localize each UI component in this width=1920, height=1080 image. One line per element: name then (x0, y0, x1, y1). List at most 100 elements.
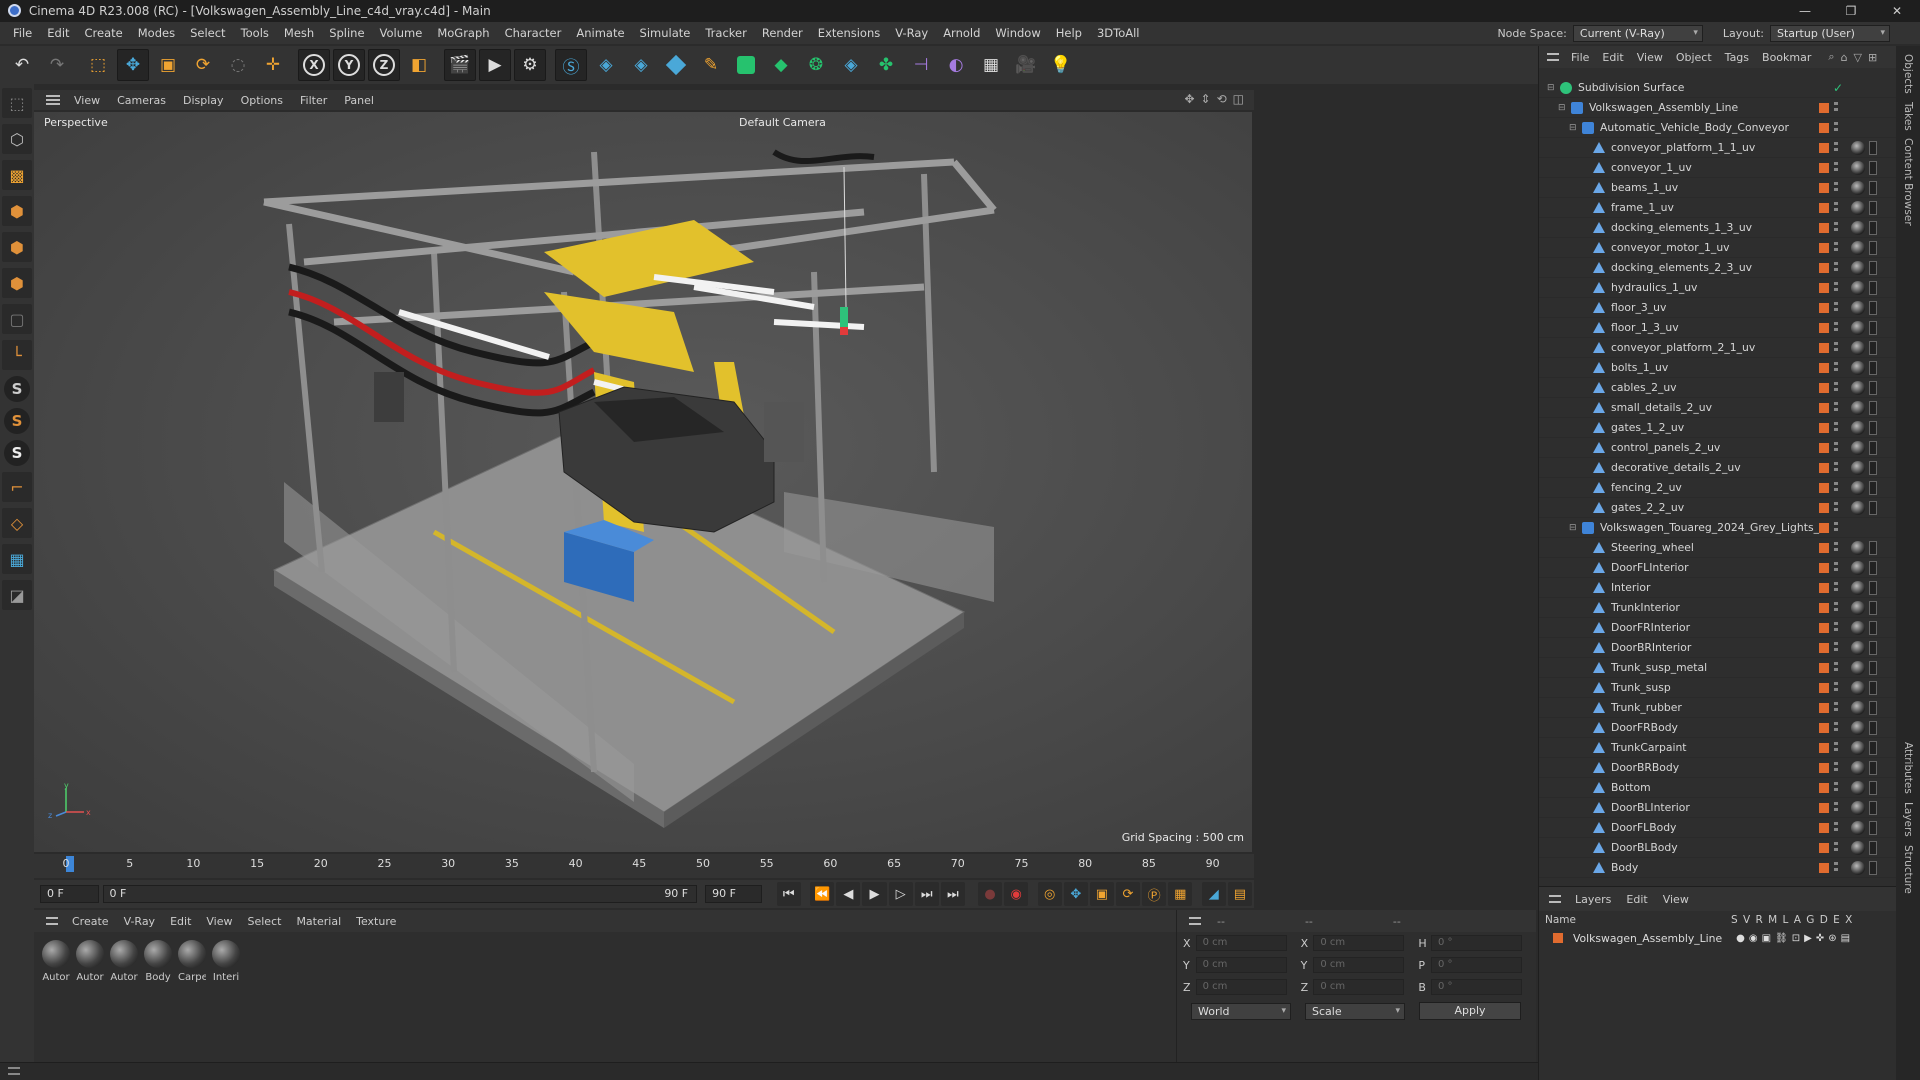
layer-color-swatch[interactable] (1819, 583, 1829, 593)
visibility-dots-icon[interactable] (1834, 602, 1838, 614)
extrude-icon[interactable]: ◆ (765, 49, 797, 81)
uvw-tag-icon[interactable] (1869, 381, 1877, 395)
layer-color-swatch[interactable] (1819, 243, 1829, 253)
visibility-dots-icon[interactable] (1834, 102, 1838, 114)
layer-color-swatch[interactable] (1819, 443, 1829, 453)
visibility-dots-icon[interactable] (1834, 542, 1838, 554)
visibility-dots-icon[interactable] (1834, 502, 1838, 514)
tab-content-browser[interactable]: Content Browser (1902, 138, 1914, 226)
lock-workplane-icon[interactable]: ◪ (2, 580, 32, 610)
uvw-tag-icon[interactable] (1869, 721, 1877, 735)
layer-color-swatch[interactable] (1819, 423, 1829, 433)
coord-pos-field[interactable]: 0 cm (1195, 935, 1287, 951)
object-name[interactable]: conveyor_platform_2_1_uv (1611, 341, 1831, 354)
coord-size-field[interactable]: 0 cm (1313, 957, 1405, 973)
close-button[interactable]: ✕ (1874, 0, 1920, 22)
layer-color-swatch[interactable] (1819, 383, 1829, 393)
layer-color-swatch[interactable] (1819, 123, 1829, 133)
object-row[interactable]: DoorFLBody (1539, 818, 1897, 838)
layer-color-swatch[interactable] (1819, 683, 1829, 693)
coord-pos-field[interactable]: 0 cm (1195, 979, 1287, 995)
uvw-tag-icon[interactable] (1869, 281, 1877, 295)
coord-mode-dropdown[interactable]: Scale (1305, 1002, 1405, 1020)
layer-menu-layers[interactable]: Layers (1575, 893, 1611, 906)
uvw-tag-icon[interactable] (1869, 181, 1877, 195)
object-row[interactable]: decorative_details_2_uv (1539, 458, 1897, 478)
object-name[interactable]: gates_1_2_uv (1611, 421, 1831, 434)
layer-flags-icons[interactable]: ●◉▣⛓⊡▶✜⊛▤ (1736, 933, 1854, 944)
object-row[interactable]: ⊟ Volkswagen_Assembly_Line (1539, 98, 1897, 118)
object-name[interactable]: conveyor_1_uv (1611, 161, 1831, 174)
visibility-dots-icon[interactable] (1834, 742, 1838, 754)
layer-color-swatch[interactable] (1819, 823, 1829, 833)
object-row[interactable]: conveyor_platform_2_1_uv (1539, 338, 1897, 358)
visibility-dots-icon[interactable] (1834, 862, 1838, 874)
timeline-window-icon[interactable]: ◢ (1201, 882, 1226, 906)
home-icon[interactable]: ⌂ (1841, 51, 1848, 64)
layer-row[interactable]: Volkswagen_Assembly_Line ●◉▣⛓⊡▶✜⊛▤ (1539, 929, 1896, 947)
menu-file[interactable]: File (6, 26, 40, 40)
material-tag-icon[interactable] (1851, 221, 1865, 235)
magnet-icon[interactable]: ⌐ (2, 472, 32, 502)
uvw-tag-icon[interactable] (1869, 221, 1877, 235)
object-row[interactable]: beams_1_uv (1539, 178, 1897, 198)
autokey-icon[interactable]: ◉ (1004, 882, 1029, 906)
material-tag-icon[interactable] (1851, 301, 1865, 315)
play-icon[interactable]: ▶ (862, 882, 887, 906)
visibility-dots-icon[interactable] (1834, 682, 1838, 694)
uvw-tag-icon[interactable] (1869, 241, 1877, 255)
coord-rot-field[interactable]: 0 ° (1430, 979, 1523, 995)
object-menu-icon[interactable] (1547, 53, 1559, 61)
previous-frame-icon[interactable]: ◀ (836, 882, 861, 906)
viewport-menu-display[interactable]: Display (183, 94, 224, 107)
object-name[interactable]: docking_elements_1_3_uv (1611, 221, 1831, 234)
visibility-dots-icon[interactable] (1834, 702, 1838, 714)
visibility-dots-icon[interactable] (1834, 422, 1838, 434)
make-editable-icon[interactable]: ⬚ (2, 88, 32, 118)
layer-color-swatch[interactable] (1819, 283, 1829, 293)
uv-mode-icon[interactable]: ▢ (2, 304, 32, 334)
material-preview-ball[interactable] (110, 940, 138, 968)
object-name[interactable]: Trunk_susp_metal (1611, 661, 1831, 674)
material-tag-icon[interactable] (1851, 761, 1865, 775)
current-frame-field[interactable]: 0 F (40, 885, 99, 903)
menu-tools[interactable]: Tools (234, 26, 277, 40)
uvw-tag-icon[interactable] (1869, 861, 1877, 875)
mat-menu-select[interactable]: Select (248, 915, 282, 928)
visibility-dots-icon[interactable] (1834, 722, 1838, 734)
visibility-dots-icon[interactable] (1834, 402, 1838, 414)
fold-toggle-icon[interactable]: ⊟ (1569, 523, 1579, 533)
uvw-tag-icon[interactable] (1869, 441, 1877, 455)
object-name[interactable]: DoorBLInterior (1611, 801, 1831, 814)
polygons-mode-icon[interactable]: ⬢ (2, 268, 32, 298)
object-row[interactable]: bolts_1_uv (1539, 358, 1897, 378)
coord-rot-field[interactable]: 0 ° (1430, 935, 1523, 951)
menu-character[interactable]: Character (498, 26, 570, 40)
object-name[interactable]: DoorFLBody (1611, 821, 1831, 834)
light-object-icon[interactable]: 💡 (1045, 49, 1077, 81)
material-swatch[interactable]: Autor (42, 940, 70, 983)
material-preview-ball[interactable] (212, 940, 240, 968)
frame-ruler[interactable]: 0 5 10 15 20 25 30 35 40 45 50 55 60 65 70 75 80 85 90 (52, 854, 1242, 878)
layer-color-swatch[interactable] (1819, 843, 1829, 853)
uvw-tag-icon[interactable] (1869, 741, 1877, 755)
render-to-picture-viewer-icon[interactable]: ▶ (479, 49, 511, 81)
layer-color-swatch[interactable] (1819, 643, 1829, 653)
scale-tool-icon[interactable]: ▣ (152, 49, 184, 81)
material-tag-icon[interactable] (1851, 641, 1865, 655)
vray-icon[interactable]: Ⓢ (555, 49, 587, 81)
uvw-tag-icon[interactable] (1869, 761, 1877, 775)
visibility-dots-icon[interactable] (1834, 222, 1838, 234)
enabled-check-icon[interactable]: ✓ (1833, 81, 1843, 95)
obj-menu-tags[interactable]: Tags (1725, 51, 1749, 64)
object-name[interactable]: bolts_1_uv (1611, 361, 1831, 374)
material-tag-icon[interactable] (1851, 241, 1865, 255)
mat-menu-texture[interactable]: Texture (356, 915, 396, 928)
object-name[interactable]: Steering_wheel (1611, 541, 1831, 554)
material-tag-icon[interactable] (1851, 161, 1865, 175)
object-row[interactable]: small_details_2_uv (1539, 398, 1897, 418)
menu-v-ray[interactable]: V-Ray (888, 26, 936, 40)
layer-color-swatch[interactable] (1819, 343, 1829, 353)
layer-color-swatch[interactable] (1819, 803, 1829, 813)
material-preview-ball[interactable] (76, 940, 104, 968)
